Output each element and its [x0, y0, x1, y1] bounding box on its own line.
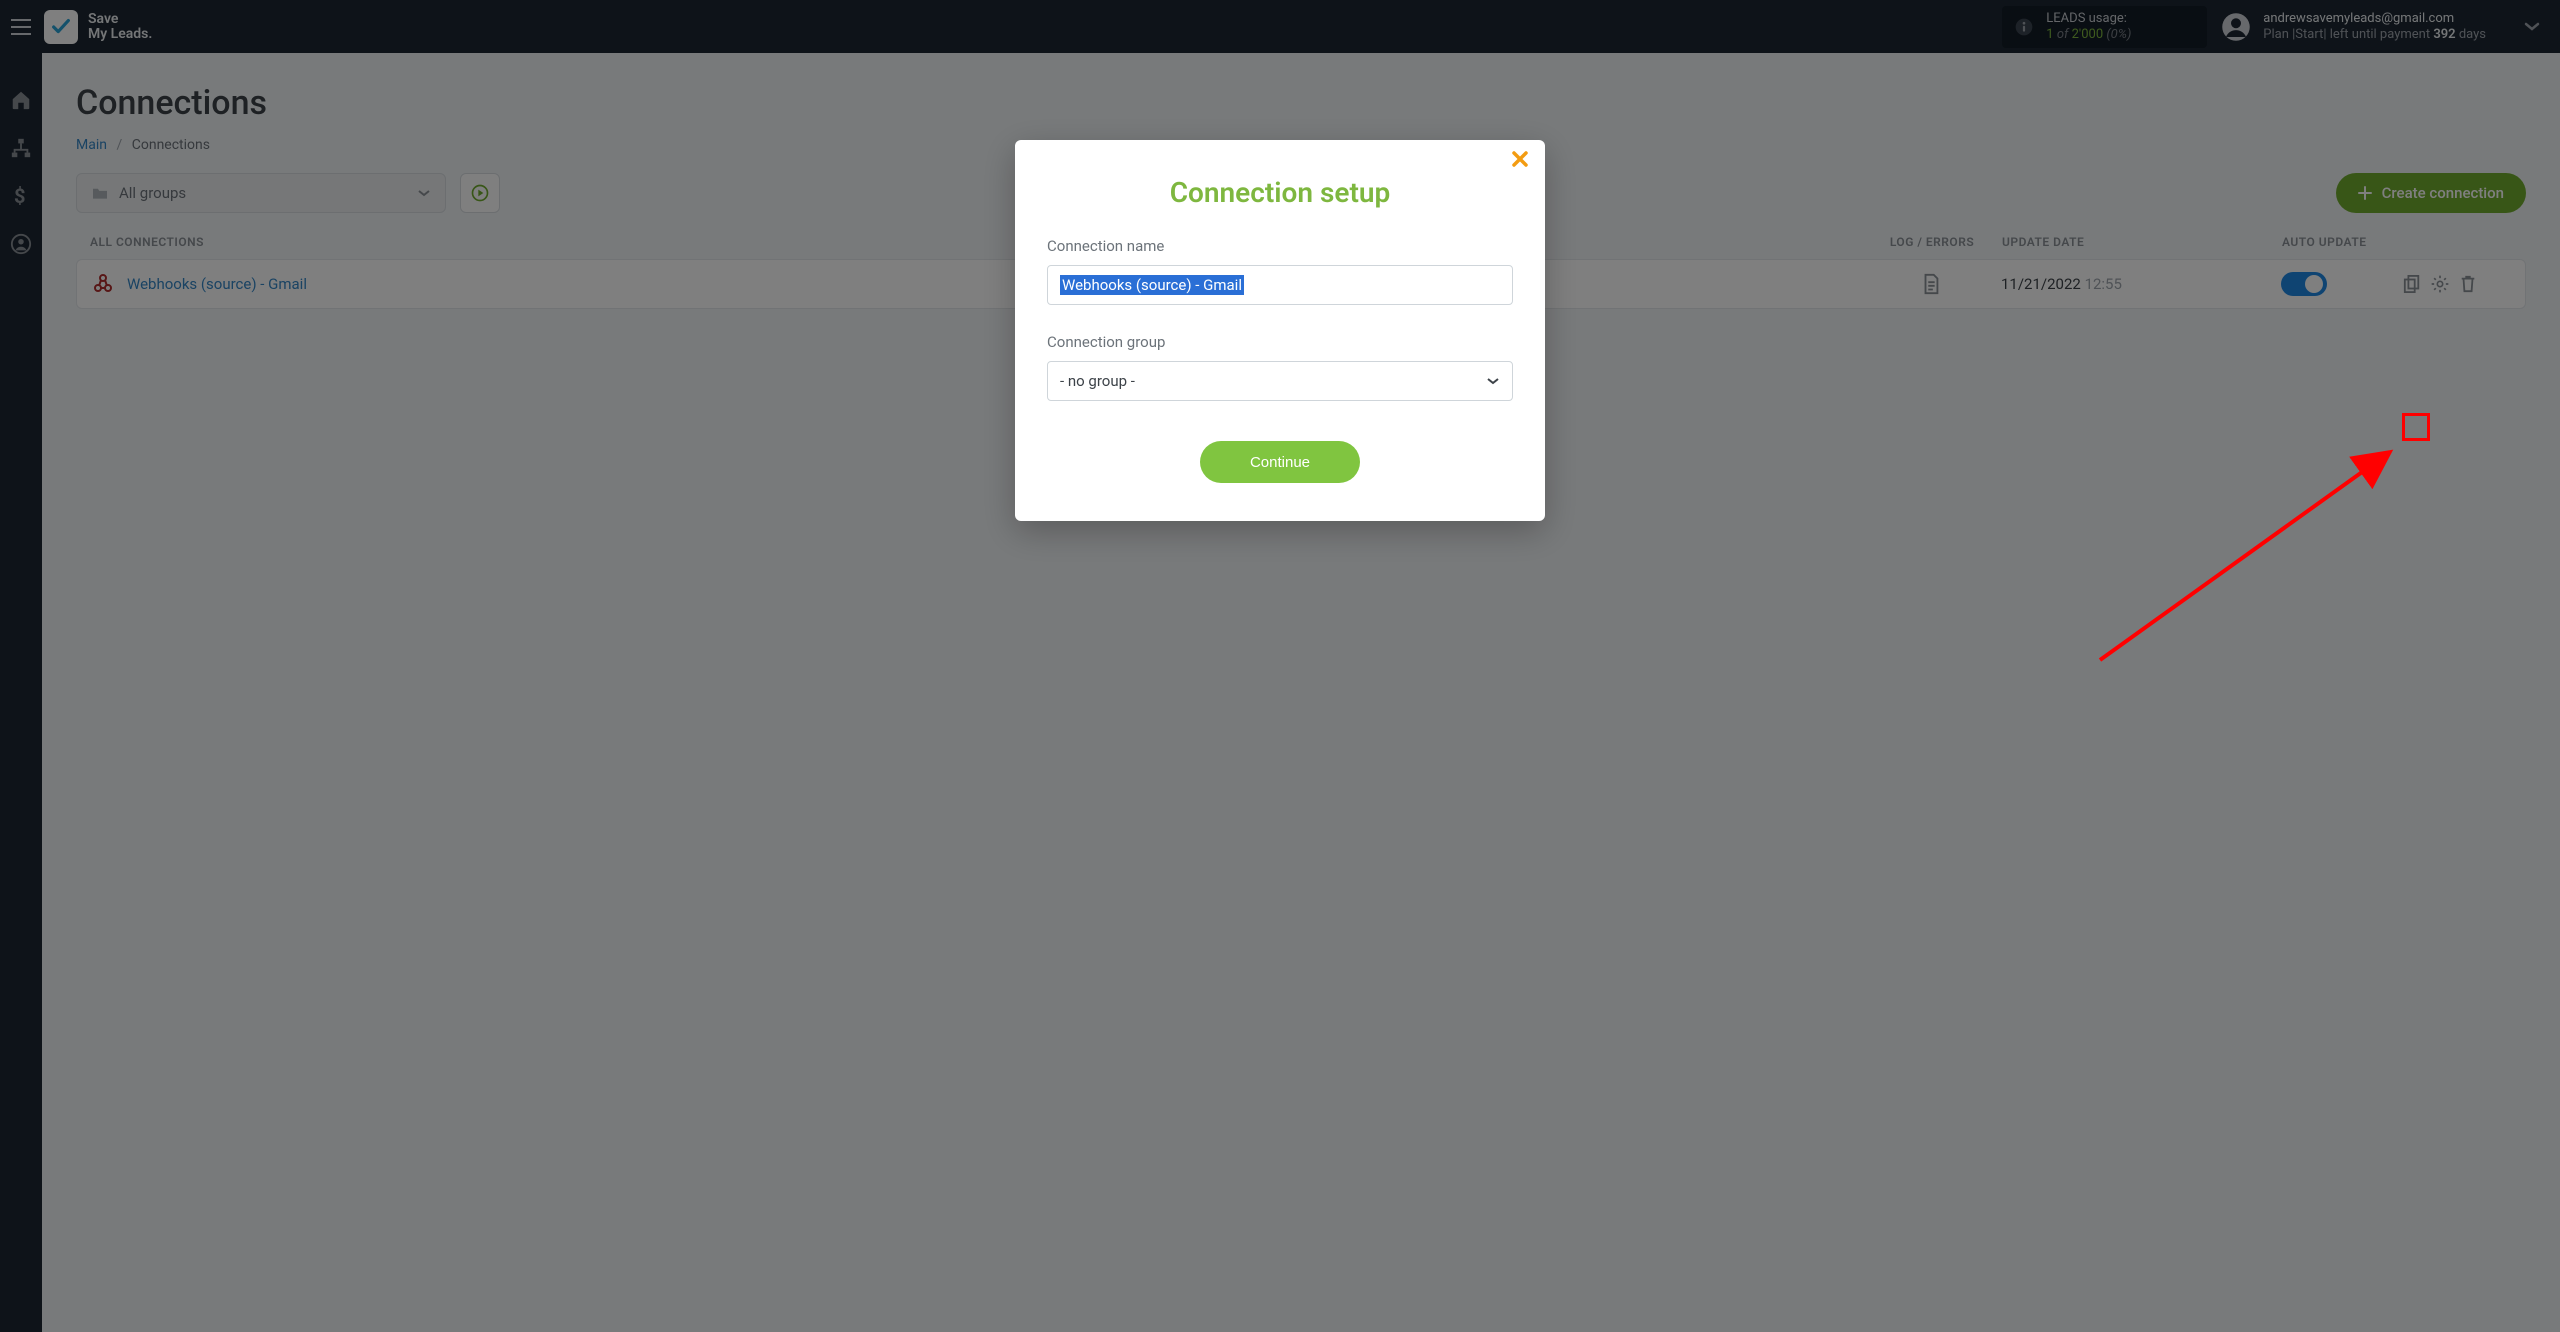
continue-label: Continue: [1250, 454, 1310, 471]
close-icon: [1511, 150, 1529, 168]
connection-name-label: Connection name: [1047, 237, 1513, 255]
connection-group-value: - no group -: [1060, 372, 1135, 390]
modal-close-button[interactable]: [1511, 150, 1529, 168]
connection-setup-modal: Connection setup Connection name Webhook…: [1015, 140, 1545, 521]
connection-name-input[interactable]: Webhooks (source) - Gmail: [1047, 265, 1513, 305]
chevron-down-icon: [1486, 377, 1500, 386]
modal-title: Connection setup: [1047, 176, 1513, 209]
connection-group-select[interactable]: - no group -: [1047, 361, 1513, 401]
continue-button[interactable]: Continue: [1200, 441, 1360, 483]
connection-name-value: Webhooks (source) - Gmail: [1060, 275, 1244, 295]
connection-group-label: Connection group: [1047, 333, 1513, 351]
